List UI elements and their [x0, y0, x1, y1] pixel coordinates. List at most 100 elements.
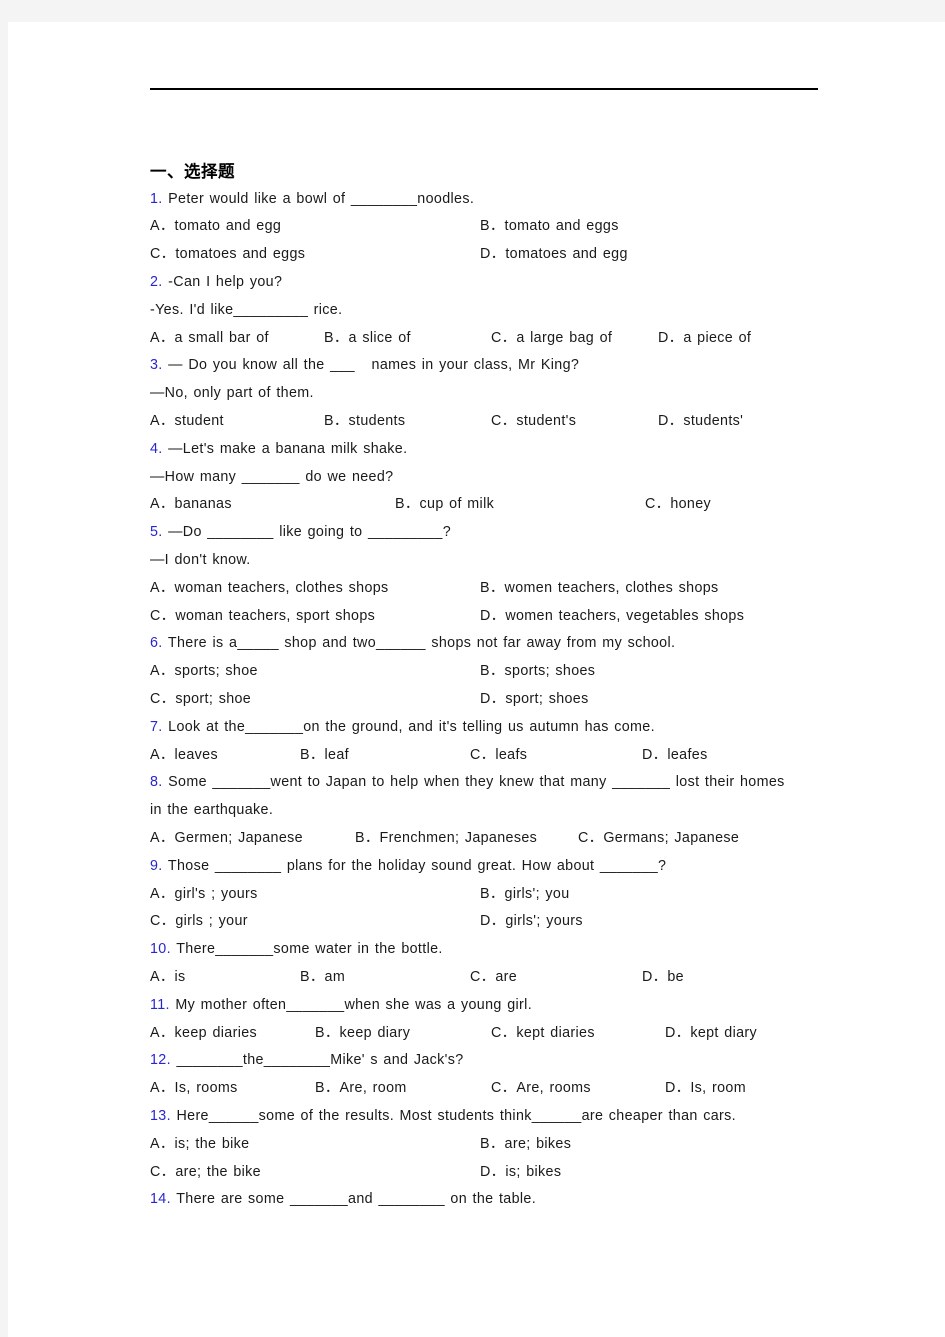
answer-option[interactable]: C．a large bag of [491, 330, 658, 345]
answer-option[interactable]: D．girls'; yours [480, 914, 810, 929]
answer-option[interactable]: A．leaves [150, 747, 300, 762]
answer-option[interactable]: C．woman teachers, sport shops [150, 608, 480, 623]
question-number: 13. [150, 1107, 171, 1124]
option-row: A．student B．students C．student's D．students… [150, 414, 940, 429]
question-number: 3. [150, 357, 163, 374]
answer-option[interactable]: B．girls'; you [480, 886, 810, 901]
question-number: 12. [150, 1052, 171, 1069]
answer-option[interactable]: A．is [150, 970, 300, 985]
option-row: C．sport; shoe D．sport; shoes [150, 692, 940, 707]
answer-option[interactable]: A．student [150, 414, 324, 429]
question-number: 5. [150, 524, 163, 541]
question-number: 1. [150, 190, 163, 207]
answer-option[interactable]: A．sports; shoe [150, 664, 480, 679]
answer-option[interactable]: C．student's [491, 414, 658, 429]
answer-option[interactable]: C．Are, rooms [491, 1081, 665, 1096]
question-text: —I don't know. [150, 551, 251, 568]
answer-option[interactable]: D．tomatoes and egg [480, 247, 810, 262]
answer-option[interactable]: C．are [470, 970, 642, 985]
question-stem: 3. — Do you know all the ___ names in yo… [150, 358, 940, 372]
question-text: My mother often_______when she was a you… [175, 996, 533, 1013]
question-number: 8. [150, 774, 163, 791]
answer-option[interactable]: B．am [300, 970, 470, 985]
answer-option[interactable]: D．be [642, 970, 812, 985]
question-text: —Let's make a banana milk shake. [168, 440, 408, 457]
answer-option[interactable]: A．tomato and egg [150, 219, 480, 234]
option-row: A．keep diaries B．keep diary C．kept diaries… [150, 1025, 940, 1040]
answer-option[interactable]: D．is; bikes [480, 1164, 810, 1179]
option-row: C．girls ; your D．girls'; yours [150, 914, 940, 929]
answer-option[interactable]: C．kept diaries [491, 1025, 665, 1040]
question-text: Those ________ plans for the holiday sou… [167, 857, 667, 874]
answer-option[interactable]: A．woman teachers, clothes shops [150, 580, 480, 595]
question-stem: 4. —Let's make a banana milk shake. [150, 442, 940, 456]
answer-option[interactable]: B．students [324, 414, 491, 429]
question-text: Look at the_______on the ground, and it'… [168, 718, 655, 735]
answer-option[interactable]: A．keep diaries [150, 1025, 315, 1040]
answer-option[interactable]: B．a slice of [324, 330, 491, 345]
answer-option[interactable]: C．girls ; your [150, 914, 480, 929]
answer-option[interactable]: B．tomato and eggs [480, 219, 810, 234]
question-text: —Do ________ like going to _________? [168, 524, 452, 541]
question-stem: 5. —Do ________ like going to _________? [150, 525, 940, 539]
option-row: C．woman teachers, sport shops D．women tea… [150, 608, 940, 623]
answer-option[interactable]: B．Are, room [315, 1081, 491, 1096]
option-row: A．leaves B．leaf C．leafs D．leafes [150, 747, 940, 762]
answer-option[interactable]: C．leafs [470, 747, 642, 762]
answer-option[interactable]: B．leaf [300, 747, 470, 762]
answer-option[interactable]: D．women teachers, vegetables shops [480, 608, 810, 623]
question-text: -Yes. I'd like_________ rice. [150, 301, 343, 318]
answer-option[interactable]: B．keep diary [315, 1025, 491, 1040]
answer-option[interactable]: A．a small bar of [150, 330, 324, 345]
question-stem: 11. My mother often_______when she was a… [150, 998, 940, 1012]
answer-option[interactable]: C．honey [645, 497, 890, 512]
question-number: 14. [150, 1191, 171, 1208]
option-row: A．Germen; Japanese B．Frenchmen; Japaneses… [150, 831, 940, 846]
answer-option[interactable]: C．are; the bike [150, 1164, 480, 1179]
answer-option[interactable]: C．sport; shoe [150, 692, 480, 707]
answer-option[interactable]: D．a piece of [658, 330, 825, 345]
option-row: A．is B．am C．are D．be [150, 970, 940, 985]
question-number: 9. [150, 857, 163, 874]
answer-option[interactable]: B．women teachers, clothes shops [480, 580, 810, 595]
question-text: Peter would like a bowl of ________noodl… [168, 190, 475, 207]
question-stem: 6. There is a_____ shop and two______ sh… [150, 636, 940, 650]
answer-option[interactable]: D．students' [658, 414, 825, 429]
answer-option[interactable]: A．Germen; Japanese [150, 831, 355, 846]
option-row: A．is; the bike B．are; bikes [150, 1136, 940, 1151]
option-row: A．Is, rooms B．Are, room C．Are, rooms D．Is, … [150, 1081, 940, 1096]
answer-option[interactable]: C．Germans; Japanese [578, 831, 828, 846]
question-stem: 9. Those ________ plans for the holiday … [150, 859, 940, 873]
answer-option[interactable]: D．sport; shoes [480, 692, 810, 707]
question-stem-continuation: in the earthquake. [150, 803, 940, 817]
question-number: 7. [150, 718, 163, 735]
answer-option[interactable]: B．are; bikes [480, 1136, 810, 1151]
option-row: A．a small bar of B．a slice of C．a large ba… [150, 330, 940, 345]
option-row: C．tomatoes and eggs D．tomatoes and egg [150, 247, 940, 262]
option-row: A．woman teachers, clothes shops B．women t… [150, 580, 940, 595]
answer-option[interactable]: B．Frenchmen; Japaneses [355, 831, 578, 846]
answer-option[interactable]: D．Is, room [665, 1081, 825, 1096]
question-stem-continuation: —I don't know. [150, 553, 940, 567]
question-stem: 13. Here______some of the results. Most … [150, 1109, 940, 1123]
answer-option[interactable]: B．cup of milk [395, 497, 645, 512]
option-row: A．sports; shoe B．sports; shoes [150, 664, 940, 679]
question-stem-continuation: —How many _______ do we need? [150, 468, 940, 485]
question-text: Here______some of the results. Most stud… [176, 1107, 736, 1124]
question-text: —No, only part of them. [150, 385, 314, 402]
answer-option[interactable]: D．kept diary [665, 1025, 825, 1040]
answer-option[interactable]: A．is; the bike [150, 1136, 480, 1151]
answer-option[interactable]: A．bananas [150, 497, 395, 512]
answer-option[interactable]: A．girl's ; yours [150, 886, 480, 901]
question-stem: 2. -Can I help you? [150, 275, 940, 289]
question-text: —How many _______ do we need? [150, 468, 394, 485]
answer-option[interactable]: A．Is, rooms [150, 1081, 315, 1096]
answer-option[interactable]: C．tomatoes and eggs [150, 247, 480, 262]
option-row: A．bananas B．cup of milk C．honey [150, 497, 940, 512]
answer-option[interactable]: D．leafes [642, 747, 812, 762]
answer-option[interactable]: B．sports; shoes [480, 664, 810, 679]
question-stem-continuation: —No, only part of them. [150, 386, 940, 400]
question-text: There are some _______and ________ on th… [176, 1191, 537, 1208]
question-stem: 14. There are some _______and ________ o… [150, 1192, 940, 1206]
question-number: 6. [150, 635, 163, 652]
